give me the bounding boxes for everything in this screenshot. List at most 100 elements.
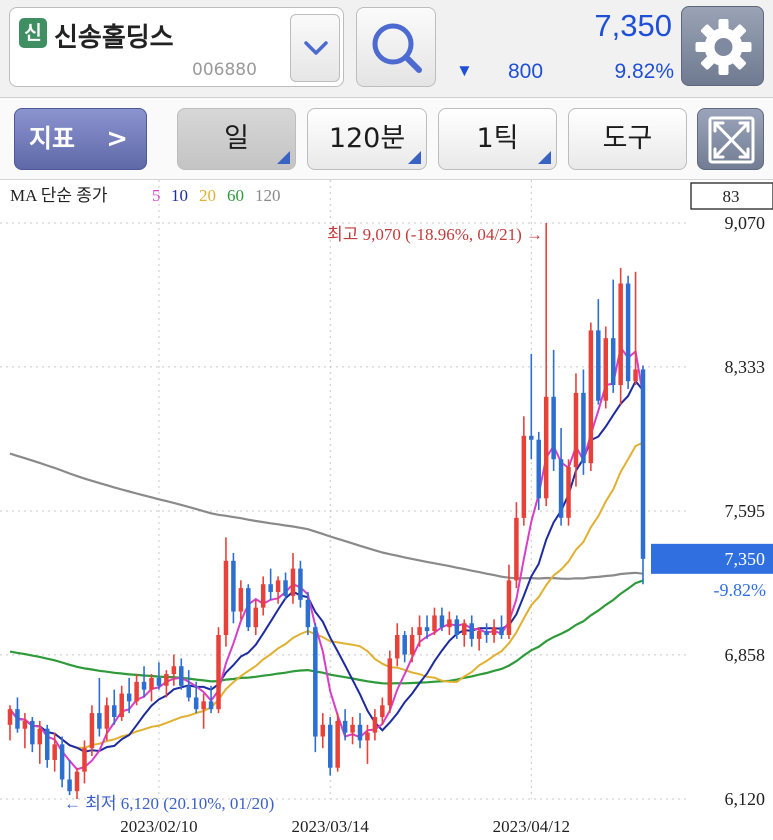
current-change-label: -9.82% [714, 580, 767, 600]
dropdown-corner-icon [408, 151, 421, 164]
candle-body [462, 623, 467, 635]
y-tick-label: 9,070 [725, 213, 766, 233]
candle-body [558, 459, 564, 518]
candle-body [625, 283, 631, 382]
candle-body [417, 627, 422, 635]
y-tick-label: 6,120 [725, 789, 766, 809]
candle-body [268, 584, 273, 593]
candle-body [298, 568, 303, 600]
candle-body [402, 634, 407, 655]
current-price: 7,350 [594, 8, 672, 43]
stock-dropdown-button[interactable] [290, 14, 340, 82]
ma-legend-prefix: MA 단순 종가 [10, 186, 108, 205]
candle-body [335, 720, 340, 768]
candle-body [320, 724, 326, 737]
dropdown-corner-icon [538, 151, 551, 164]
minute-interval-label: 120분 [328, 123, 406, 154]
candle-body [514, 517, 519, 581]
candle-body [67, 779, 72, 792]
candle-body [610, 338, 616, 386]
y-tick-label: 7,595 [725, 501, 766, 521]
candle-body [596, 330, 601, 401]
search-button[interactable] [356, 7, 436, 87]
candle-body [283, 580, 288, 596]
candle-body [581, 392, 586, 464]
candle-body [201, 701, 206, 710]
candle-body [141, 681, 147, 690]
candle-body [260, 584, 266, 608]
tick-interval-label: 1틱 [476, 123, 519, 154]
stock-selector[interactable]: 신 신송홀딩스 006880 [9, 7, 344, 87]
candle-body [618, 283, 623, 386]
candle-body [439, 615, 445, 628]
candle-body [484, 631, 489, 635]
gear-icon [695, 19, 752, 75]
candle-body [156, 677, 162, 686]
candle-body [551, 396, 556, 460]
candle-body [573, 392, 579, 468]
candle-body [149, 677, 154, 690]
y-tick-label: 8,333 [725, 357, 766, 377]
change-amount: 800 [508, 60, 544, 83]
candle-body [380, 705, 385, 717]
candle-body [305, 599, 311, 628]
candle-body [134, 681, 139, 702]
price-change: ▼ 800 9.82% [452, 60, 674, 86]
period-day-label: 일 [224, 123, 249, 154]
candle-body [424, 627, 430, 632]
ma-legend-period: 20 [199, 186, 216, 205]
ma-legend-period: 5 [152, 186, 161, 205]
candle-body [350, 724, 355, 733]
candle-body [179, 666, 184, 686]
candle-body [432, 615, 437, 632]
candle-body [82, 748, 87, 772]
period-day-button[interactable]: 일 [177, 108, 296, 170]
stock-name: 신송홀딩스 [54, 23, 174, 53]
candle-body [193, 697, 199, 710]
candle-body [357, 724, 363, 741]
ma-legend-period: 60 [227, 186, 244, 205]
candle-body [529, 435, 534, 440]
candle-body [112, 705, 117, 717]
indicator-button[interactable]: 지표 > [14, 108, 147, 170]
stock-header: 신 신송홀딩스 006880 7,350 ▼ 800 9.82% [0, 0, 773, 98]
candle-body [59, 744, 65, 780]
ma-legend-period: 10 [171, 186, 188, 205]
candle-body [238, 588, 244, 612]
candle-body [186, 685, 191, 698]
candle-body [275, 580, 281, 593]
candle-body [588, 330, 594, 464]
stock-chart[interactable]: MA 단순 종가 5 10 20 60 120 83 9,070 8,333 7,595 6,… [0, 180, 773, 840]
stock-code: 006880 [192, 60, 257, 80]
candle-body [216, 634, 221, 710]
candle-body [126, 693, 132, 702]
chevron-right-icon: > [106, 124, 128, 154]
tools-button[interactable]: 도구 [568, 108, 687, 170]
candle-body [372, 716, 378, 733]
tick-interval-button[interactable]: 1틱 [438, 108, 557, 170]
candle-body [476, 631, 482, 639]
x-axis: 2023/02/10 2023/03/14 2023/04/12 [120, 817, 570, 836]
candle-body [104, 705, 110, 729]
low-annotation: ← 최저 6,120 (20.10%, 01/20) [64, 794, 274, 813]
candle-body [491, 627, 497, 635]
candle-body [454, 619, 460, 635]
candle-body [521, 435, 527, 518]
candle-body [313, 627, 318, 737]
expand-button[interactable] [697, 108, 764, 170]
search-icon [372, 23, 422, 73]
candle-body [231, 560, 236, 612]
candle-body [223, 560, 229, 635]
minute-interval-button[interactable]: 120분 [307, 108, 427, 170]
current-price-marker-label: 7,350 [725, 549, 766, 569]
settings-button[interactable] [681, 6, 764, 86]
x-tick-label: 2023/02/10 [120, 817, 197, 836]
chevron-down-icon [304, 41, 328, 55]
candle-body [543, 396, 549, 499]
high-annotation: 최고 9,070 (-18.96%, 04/21) → [327, 225, 543, 244]
candle-body [603, 338, 609, 401]
candle-body [506, 580, 512, 635]
ma-legend-period: 120 [255, 186, 281, 205]
y-axis: 9,070 8,333 7,595 6,858 6,120 [725, 213, 766, 809]
candle-body [253, 607, 259, 628]
